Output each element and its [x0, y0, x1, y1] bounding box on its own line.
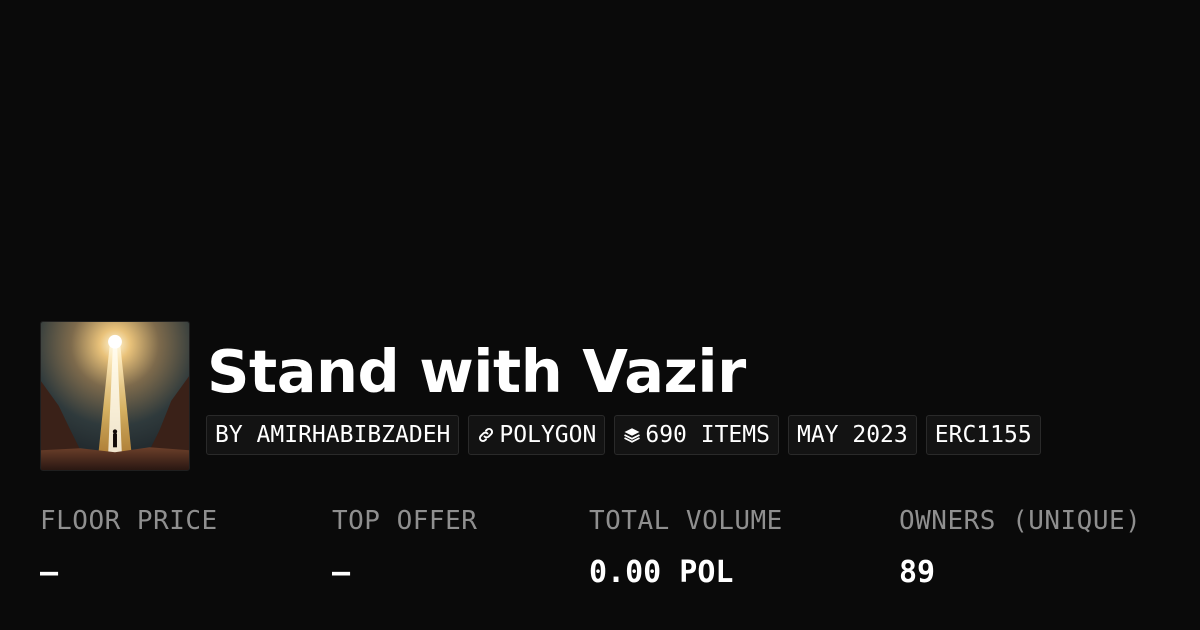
stat-top-offer: TOP OFFER – — [332, 503, 477, 593]
tag-chain[interactable]: POLYGON — [468, 415, 606, 455]
tag-created-date: MAY 2023 — [787, 415, 917, 455]
stat-value: 89 — [899, 555, 936, 590]
collection-tags: BY AMIRHABIBZADEH POLYGON 690 ITEMS MAY … — [206, 415, 1041, 455]
layers-icon — [623, 426, 641, 444]
thumbnail-art — [41, 322, 189, 470]
tag-token-standard: ERC1155 — [925, 415, 1041, 455]
stat-owners: OWNERS (UNIQUE) 89 — [899, 503, 1141, 593]
tag-creator[interactable]: BY AMIRHABIBZADEH — [206, 415, 460, 455]
stat-label: TOP OFFER — [332, 506, 478, 536]
stat-floor-price: FLOOR PRICE – — [40, 503, 218, 593]
collection-card: Stand with Vazir BY AMIRHABIBZADEH POLYG… — [0, 0, 1200, 630]
tag-date-label: MAY 2023 — [796, 422, 908, 448]
stat-value: – — [332, 555, 351, 590]
stat-value: 0.00 POL — [589, 555, 734, 590]
tag-items-label: 690 ITEMS — [645, 422, 770, 448]
tag-creator-label: BY AMIRHABIBZADEH — [215, 422, 451, 448]
stat-value: – — [40, 555, 59, 590]
tag-items[interactable]: 690 ITEMS — [614, 415, 779, 455]
collection-stats: FLOOR PRICE – TOP OFFER – TOTAL VOLUME 0… — [0, 503, 1200, 603]
tag-chain-label: POLYGON — [499, 422, 597, 448]
stat-label: TOTAL VOLUME — [589, 506, 783, 536]
stat-label: FLOOR PRICE — [40, 506, 218, 536]
stat-label: OWNERS (UNIQUE) — [899, 506, 1142, 536]
stat-total-volume: TOTAL VOLUME 0.00 POL — [589, 503, 783, 593]
link-icon — [477, 426, 495, 444]
tag-standard-label: ERC1155 — [934, 422, 1032, 448]
collection-thumbnail — [40, 321, 190, 471]
collection-title: Stand with Vazir — [207, 337, 746, 406]
